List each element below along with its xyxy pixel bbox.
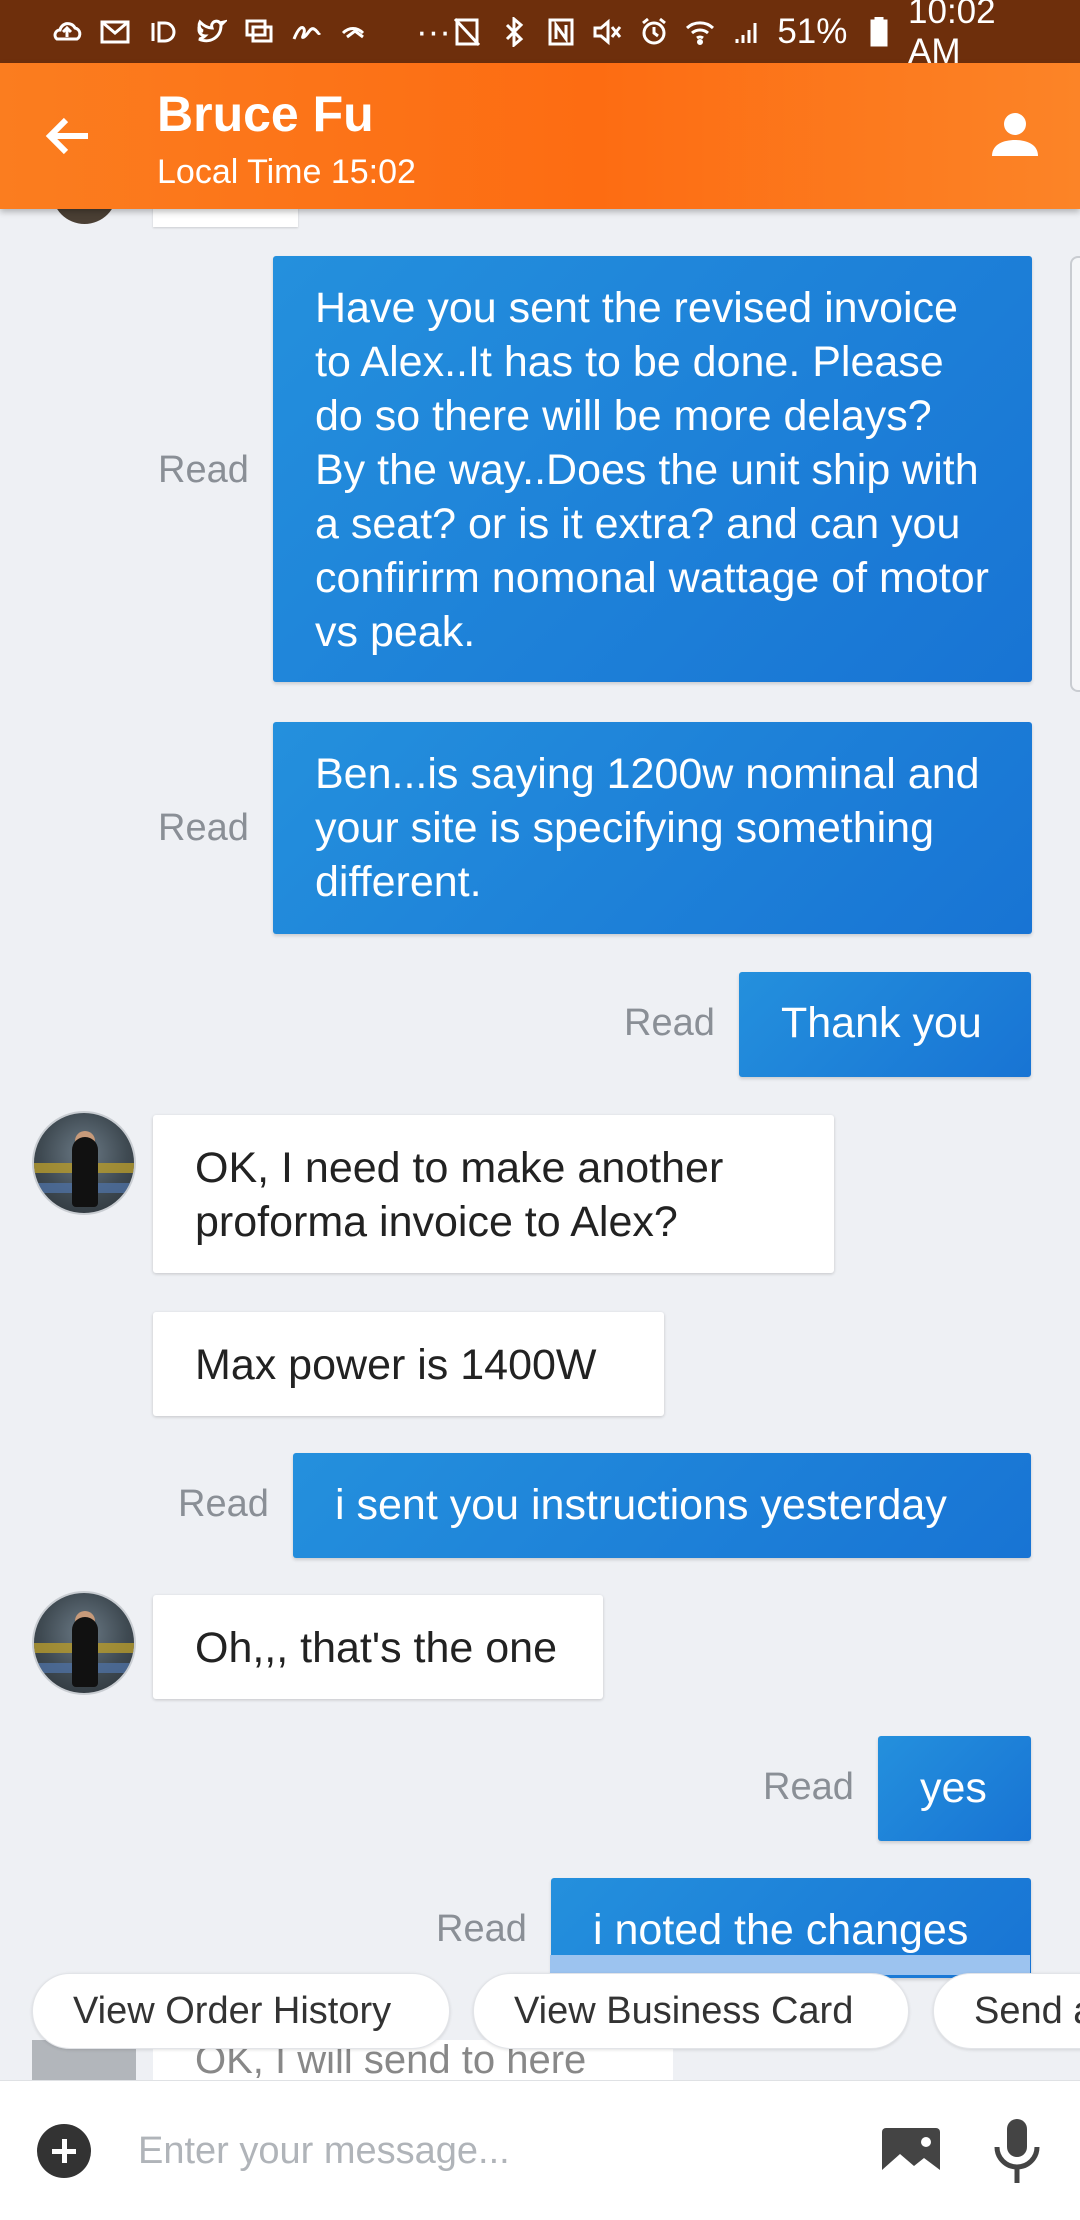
- tidal-icon: [146, 17, 180, 47]
- message-bubble-outgoing[interactable]: Have you sent the revised invoice to Ale…: [273, 256, 1032, 682]
- avatar[interactable]: [32, 1111, 136, 1215]
- scroll-edge: [1070, 256, 1080, 692]
- wifi-icon: [684, 17, 717, 47]
- gallery-icon: [242, 17, 276, 47]
- message-input[interactable]: [138, 2116, 838, 2186]
- read-receipt: Read: [624, 1002, 715, 1044]
- contact-name[interactable]: Bruce Fu: [157, 85, 374, 143]
- arrow-left-icon: [45, 117, 88, 155]
- view-business-card-button[interactable]: View Business Card: [473, 1973, 909, 2049]
- gmail-icon: [98, 17, 132, 47]
- chat-header: Bruce Fu Local Time 15:02: [0, 63, 1080, 209]
- status-time: 10:02 AM: [908, 0, 996, 71]
- status-bar-left: ···: [50, 12, 451, 52]
- battery-percent: 51%: [777, 11, 848, 51]
- microphone-button[interactable]: [990, 2117, 1044, 2187]
- image-button[interactable]: [880, 2126, 942, 2178]
- cloud-upload-icon: [50, 17, 84, 47]
- profile-button[interactable]: [988, 108, 1048, 168]
- avatar: [52, 209, 117, 224]
- read-receipt: Read: [158, 807, 249, 849]
- message-bubble-incoming[interactable]: OK, I need to make another proforma invo…: [153, 1115, 834, 1273]
- read-receipt: Read: [763, 1766, 854, 1808]
- message-bubble-outgoing[interactable]: Thank you: [739, 972, 1031, 1077]
- person-icon: [992, 113, 1038, 156]
- bubble-fade: [550, 1955, 1030, 1975]
- bluetooth-icon: [498, 16, 531, 47]
- status-bar: ··· 51% 10:02 AM: [0, 0, 1080, 71]
- message-bubble-outgoing[interactable]: Ben...is saying 1200w nominal and your s…: [273, 722, 1032, 934]
- message-composer: [0, 2080, 1080, 2220]
- alarm-icon: [637, 17, 670, 47]
- message-bubble-incoming[interactable]: Max power is 1400W: [153, 1312, 664, 1416]
- send-action-button[interactable]: Send a: [933, 1973, 1080, 2049]
- message-bubble-incoming: [153, 209, 298, 227]
- view-order-history-button[interactable]: View Order History: [32, 1973, 450, 2049]
- battery-icon: [861, 16, 894, 47]
- status-bar-right: 51% 10:02 AM: [451, 0, 1050, 72]
- message-bubble-outgoing[interactable]: yes: [878, 1736, 1031, 1841]
- mute-icon: [591, 17, 624, 47]
- no-sim-icon: [451, 17, 484, 47]
- status-ellipsis: ···: [416, 11, 451, 51]
- signature-icon: [290, 17, 324, 47]
- image-icon: [882, 2128, 940, 2176]
- message-bubble-incoming[interactable]: Oh,,, that's the one: [153, 1595, 603, 1699]
- nfc-icon: [544, 17, 577, 47]
- message-bubble-outgoing[interactable]: i sent you instructions yesterday: [293, 1453, 1031, 1558]
- add-attachment-button[interactable]: [37, 2124, 91, 2178]
- avatar[interactable]: [32, 1591, 136, 1695]
- read-receipt: Read: [158, 449, 249, 491]
- signal-icon: [731, 17, 764, 47]
- swipe-icon: [338, 17, 372, 47]
- local-time: Local Time 15:02: [157, 153, 416, 191]
- read-receipt: Read: [178, 1483, 269, 1525]
- microphone-icon: [994, 2119, 1040, 2183]
- twitter-icon: [194, 17, 228, 47]
- back-button[interactable]: [40, 108, 100, 168]
- message-list[interactable]: Read Have you sent the revised invoice t…: [0, 209, 1080, 2079]
- read-receipt: Read: [436, 1908, 527, 1950]
- quick-actions-bar: View Order History View Business Card Se…: [0, 1973, 1080, 2049]
